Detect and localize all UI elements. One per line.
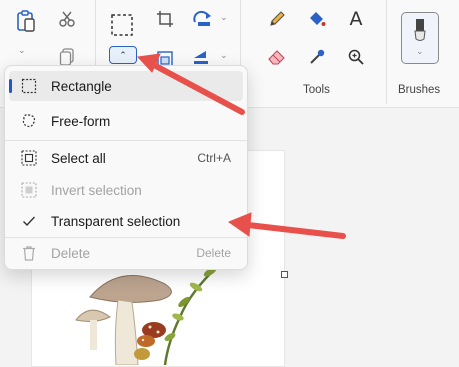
trash-icon <box>23 246 35 261</box>
text-icon[interactable]: A <box>341 4 371 34</box>
tools-group-label: Tools <box>303 84 330 96</box>
menu-item-invert-selection[interactable]: Invert selection <box>9 175 243 205</box>
magnifier-icon[interactable] <box>341 42 371 72</box>
invert-selection-icon <box>21 182 37 198</box>
clipboard-icon[interactable] <box>11 6 41 36</box>
freeform-select-icon <box>22 114 36 128</box>
pencil-icon[interactable] <box>262 4 292 34</box>
shortcut-label: Ctrl+A <box>197 151 231 165</box>
eraser-icon[interactable] <box>262 42 292 72</box>
brush-button[interactable]: ⌄ <box>401 12 439 64</box>
crop-icon[interactable] <box>150 4 180 34</box>
menu-item-free-form[interactable]: Free-form <box>9 106 243 136</box>
chevron-down-icon[interactable]: ⌄ <box>18 45 26 56</box>
brush-icon <box>414 19 426 41</box>
chevron-down-icon[interactable]: ⌄ <box>220 50 228 61</box>
fill-bucket-icon[interactable] <box>302 4 332 34</box>
menu-item-label: Delete <box>51 245 91 261</box>
menu-item-label: Invert selection <box>51 182 142 198</box>
menu-item-rectangle[interactable]: Rectangle <box>9 71 243 101</box>
selection-menu: Rectangle Free-form Select all Ctrl+A In… <box>4 65 248 270</box>
chevron-down-icon[interactable]: ⌄ <box>416 46 424 57</box>
mushroom-illustration <box>75 263 221 365</box>
rectangle-select-icon[interactable] <box>107 10 137 40</box>
menu-item-label: Transparent selection <box>51 213 181 229</box>
divider <box>386 0 387 104</box>
menu-item-transparent-selection[interactable]: Transparent selection <box>9 206 243 236</box>
select-dropdown-button[interactable]: ⌃ <box>109 46 137 64</box>
menu-item-label: Select all <box>51 150 106 166</box>
menu-item-label: Free-form <box>51 113 111 129</box>
menu-item-select-all[interactable]: Select all Ctrl+A <box>9 143 243 173</box>
canvas-resize-handle[interactable] <box>281 271 288 278</box>
menu-item-delete[interactable]: Delete Delete <box>9 238 243 268</box>
shortcut-label: Delete <box>196 246 231 260</box>
select-all-icon <box>21 150 37 166</box>
chevron-down-icon[interactable]: ⌄ <box>220 12 228 23</box>
brushes-group-label: Brushes <box>398 84 441 96</box>
scissors-icon[interactable] <box>52 4 82 34</box>
menu-item-label: Rectangle <box>51 78 112 94</box>
checkmark-icon <box>23 216 36 227</box>
rectangle-select-icon <box>21 78 37 94</box>
rotate-icon[interactable] <box>188 4 218 34</box>
color-picker-icon[interactable] <box>302 42 332 72</box>
menu-divider <box>5 140 247 141</box>
chevron-up-icon: ⌃ <box>119 49 127 60</box>
